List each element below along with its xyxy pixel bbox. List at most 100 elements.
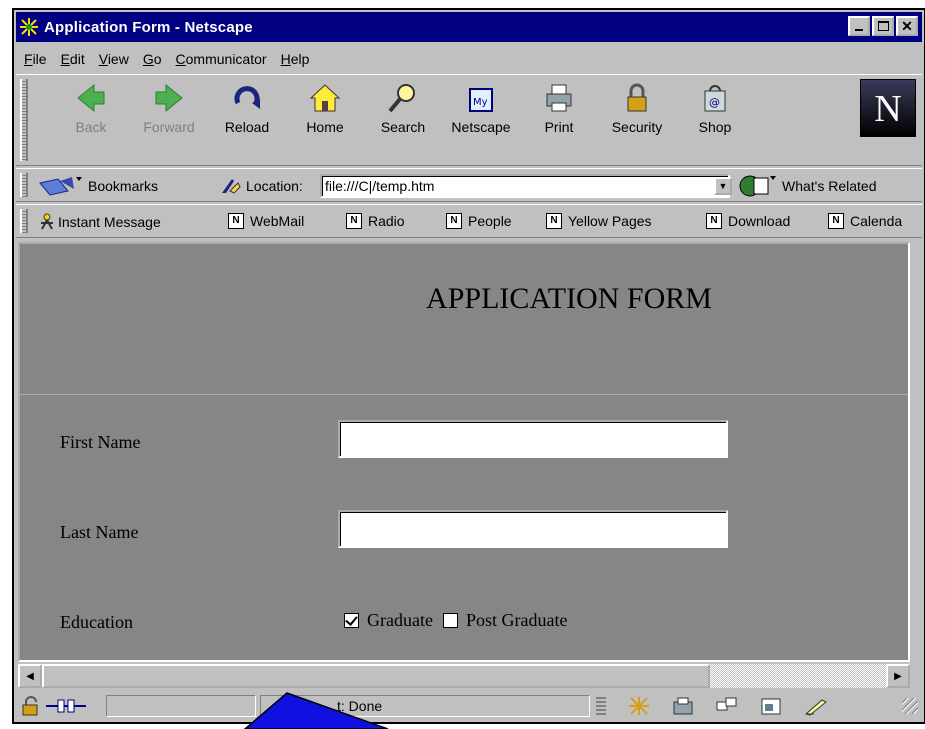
shopping-bag-icon: @ [704,85,726,112]
forward-button[interactable]: Forward [134,81,204,135]
navigation-toolbar: Back Forward Reload Home Search My Netsc… [16,74,922,166]
menu-view[interactable]: View [99,51,129,67]
location-label: Location: [220,177,303,195]
post-graduate-label: Post Graduate [465,610,568,630]
left-arrow-icon: ◀ [26,670,34,682]
menu-file[interactable]: File [24,51,47,67]
component-bar [596,696,830,716]
reload-icon [234,86,260,109]
home-icon [309,84,341,112]
svg-text:My: My [473,97,488,108]
minimize-icon [855,29,863,31]
education-options: Graduate Post Graduate [344,610,567,631]
page-icon: N [446,213,462,229]
mail-icon[interactable] [672,696,694,716]
svg-text:@: @ [709,96,720,109]
menu-go[interactable]: Go [143,51,162,67]
instant-message-icon [41,213,53,230]
graduate-checkbox[interactable] [344,613,359,628]
scroll-thumb[interactable] [42,664,710,688]
post-graduate-checkbox[interactable] [442,613,458,628]
menu-help[interactable]: Help [281,51,310,67]
security-status-icon[interactable] [20,696,42,719]
discussion-icon[interactable] [716,696,738,716]
whats-related-button[interactable]: What's Related [738,174,877,198]
close-button[interactable]: ✕ [896,16,918,36]
scroll-track[interactable] [710,664,886,688]
lock-icon [627,83,647,112]
first-name-input[interactable] [338,420,728,458]
back-arrow-icon [77,83,105,113]
window-title: Application Form - Netscape [44,18,253,36]
shop-button[interactable]: @ Shop [680,81,750,135]
print-button[interactable]: Print [524,81,594,135]
yellow-pages-link[interactable]: N Yellow Pages [546,213,652,229]
page-icon: N [828,213,844,229]
location-url-input[interactable]: file:///C|/temp.htm [320,174,730,198]
toolbar-grip[interactable] [20,79,28,161]
page-icon: N [706,213,722,229]
navigator-icon[interactable] [628,696,650,716]
progress-panel [106,695,256,717]
calendar-link[interactable]: N Calenda [828,213,902,229]
menu-edit[interactable]: Edit [61,51,85,67]
download-link[interactable]: N Download [706,213,790,229]
page-icon: N [546,213,562,229]
back-button[interactable]: Back [56,81,126,135]
netscape-logo[interactable]: N [860,79,916,137]
bookmarks-icon [39,177,82,196]
maximize-icon [877,21,889,31]
search-button[interactable]: Search [368,81,438,135]
webmail-link[interactable]: N WebMail [228,213,304,229]
page-content: APPLICATION FORM First Name Last Name Ed… [18,242,910,662]
horizontal-scrollbar[interactable]: ◀ ▶ [18,664,910,688]
education-label: Education [60,612,133,632]
personal-toolbar-grip[interactable] [20,209,28,233]
pen-icon[interactable] [804,696,830,716]
close-icon: ✕ [901,18,913,34]
bookmarks-button[interactable]: Bookmarks [38,175,158,197]
printer-icon [546,84,572,112]
scroll-right-button[interactable]: ▶ [886,664,910,688]
my-netscape-icon: My [469,88,493,112]
security-button[interactable]: Security [602,81,672,135]
maximize-button[interactable] [872,16,894,36]
dropdown-arrow-icon: ▼ [718,181,728,191]
browser-window: Application Form - Netscape ✕ File Edit … [12,8,925,724]
whats-related-icon [739,175,776,197]
instant-message-link[interactable]: Instant Message [38,213,161,231]
last-name-input[interactable] [338,510,728,548]
title-bar[interactable]: Application Form - Netscape ✕ [16,12,922,42]
horizontal-divider [20,394,908,395]
status-bar: t: Done [16,692,922,720]
home-button[interactable]: Home [290,81,360,135]
menu-bar: File Edit View Go Communicator Help [16,46,922,72]
people-link[interactable]: N People [446,213,512,229]
menu-communicator[interactable]: Communicator [176,51,267,67]
location-pin-icon [222,179,241,194]
resize-grip[interactable] [902,698,918,714]
location-dropdown-button[interactable]: ▼ [714,177,732,195]
connection-icon [46,698,86,717]
netscape-app-icon [18,16,40,38]
my-netscape-button[interactable]: My Netscape [446,81,516,135]
status-text-panel: t: Done [260,695,590,717]
graduate-label: Graduate [367,610,433,630]
first-name-label: First Name [60,432,141,452]
personal-toolbar: Instant Message N WebMail N Radio N Peop… [16,204,922,238]
component-bar-grip[interactable] [596,697,606,715]
minimize-button[interactable] [848,16,870,36]
reload-button[interactable]: Reload [212,81,282,135]
composer-icon[interactable] [760,696,782,716]
location-toolbar-grip[interactable] [20,173,28,197]
page-icon: N [228,213,244,229]
forward-arrow-icon [155,83,183,113]
right-arrow-icon: ▶ [894,670,902,682]
page-heading: APPLICATION FORM [426,282,712,315]
search-icon [388,84,415,113]
location-toolbar: Bookmarks Location: file:///C|/temp.htm … [16,168,922,202]
scroll-left-button[interactable]: ◀ [18,664,42,688]
radio-link[interactable]: N Radio [346,213,405,229]
last-name-label: Last Name [60,522,139,542]
page-icon: N [346,213,362,229]
